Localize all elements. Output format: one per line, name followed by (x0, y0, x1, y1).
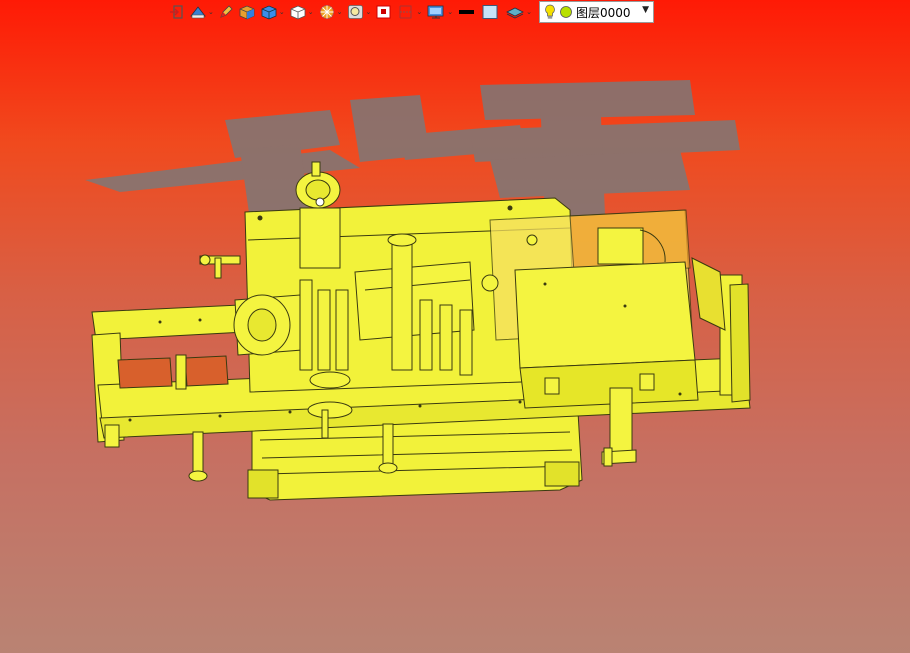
exit-icon (170, 5, 183, 19)
zoom-button[interactable]: ⌄ (346, 1, 373, 23)
layer-stack-icon (506, 7, 525, 19)
current-layer-name: 图层0000 (576, 5, 631, 20)
fill-color-icon (482, 5, 498, 19)
display-icon (427, 5, 444, 19)
wireframe-view-button[interactable]: ⌄ (288, 1, 315, 23)
exit-button[interactable] (168, 1, 186, 23)
chevron-down-icon: ⌄ (208, 7, 214, 16)
chevron-down-icon: ⌄ (365, 7, 372, 16)
layer-select[interactable]: 图层0000 ▼ (539, 1, 654, 23)
solid-cube-icon (261, 5, 277, 20)
zoom-extents-button[interactable] (374, 1, 394, 23)
frame-icon (376, 5, 391, 19)
lighting-button[interactable]: ⌄ (317, 1, 344, 23)
layer-status-dot-icon[interactable] (559, 5, 573, 19)
chevron-down-icon: ⌄ (307, 7, 314, 16)
top-toolbar: ⌄ ⌄ ⌄ ⌄ ⌄ ⌄ ⌄ ⌄ 图层0000 ▼ (168, 0, 654, 24)
display-button[interactable]: ⌄ (425, 1, 454, 23)
layer-manager-button[interactable]: ⌄ (504, 1, 533, 23)
lightbulb-icon[interactable] (544, 4, 556, 20)
chevron-down-icon: ⌄ (416, 7, 423, 16)
line-color-icon (459, 10, 475, 14)
fill-color-button[interactable] (480, 1, 502, 23)
render-mode-icon (190, 6, 206, 19)
3d-viewport[interactable] (0, 24, 910, 653)
handwheel (199, 254, 241, 279)
section-button[interactable]: ⌄ (396, 1, 423, 23)
render-mode-button[interactable]: ⌄ (188, 1, 215, 23)
wire-cube-icon (290, 5, 306, 20)
section-icon (399, 5, 412, 19)
watermark (85, 80, 740, 220)
pencil-icon (220, 5, 233, 18)
chevron-down-icon: ⌄ (278, 7, 285, 16)
zoom-icon (347, 5, 363, 19)
chevron-down-icon[interactable]: ▼ (642, 5, 649, 15)
sketch-button[interactable] (217, 1, 235, 23)
housing (489, 209, 726, 409)
chevron-down-icon: ⌄ (336, 7, 343, 16)
chevron-down-icon: ⌄ (526, 7, 532, 16)
texture-cube-icon (239, 5, 255, 20)
line-color-button[interactable] (456, 1, 478, 23)
model-canvas[interactable] (0, 24, 910, 653)
light-icon (319, 5, 334, 19)
texture-button[interactable] (237, 1, 257, 23)
chevron-down-icon: ⌄ (447, 7, 454, 16)
solid-view-button[interactable]: ⌄ (259, 1, 286, 23)
